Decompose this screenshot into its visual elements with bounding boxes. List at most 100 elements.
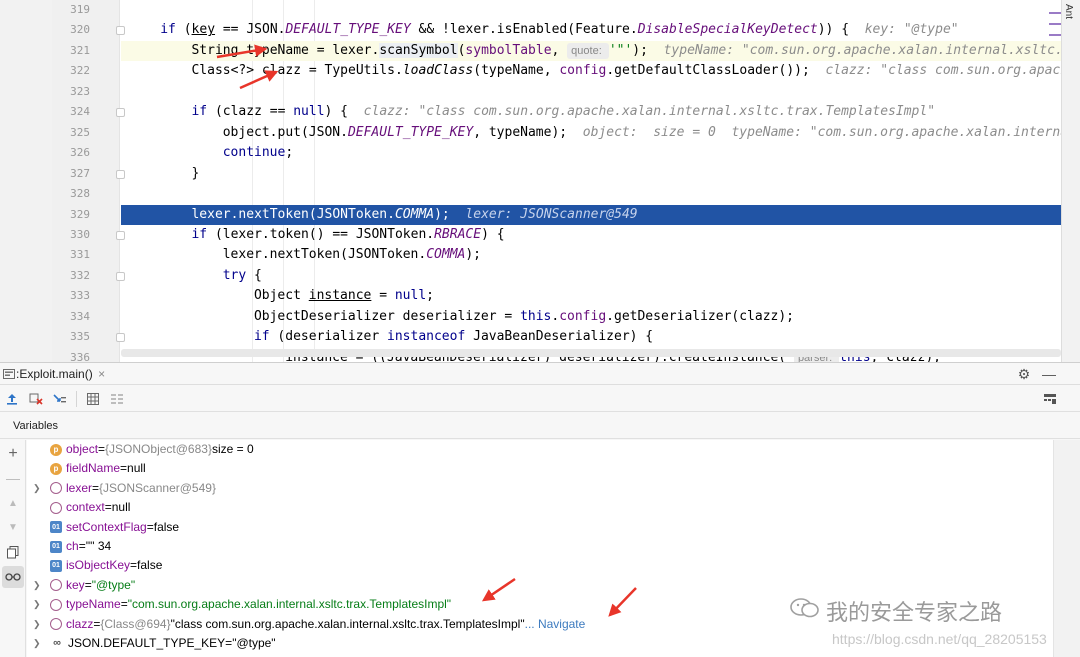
parameter-hint: quote: [567, 42, 609, 59]
line-number[interactable]: 323 [52, 85, 90, 98]
variable-name: ch [66, 538, 79, 553]
structure-icon[interactable] [1049, 12, 1061, 36]
primitive-icon: 01 [50, 560, 62, 573]
glasses-icon[interactable] [2, 566, 24, 588]
code-line[interactable] [121, 82, 1061, 102]
code-line[interactable]: } [121, 164, 1061, 184]
variable-row[interactable]: ❯ lexer = {JSONScanner@549} [27, 479, 1053, 498]
evaluate-expression-icon[interactable] [81, 387, 105, 411]
code-token: symbolTable [465, 42, 552, 58]
code-token: , [551, 42, 568, 58]
code-token: DEFAULT_TYPE_KEY [347, 124, 474, 140]
line-number[interactable]: 326 [52, 146, 90, 159]
code-line[interactable]: if (key == JSON.DEFAULT_TYPE_KEY && !lex… [121, 20, 1061, 40]
drop-frame-icon[interactable] [24, 387, 48, 411]
field-icon [50, 482, 62, 495]
move-down-icon[interactable]: ▼ [2, 516, 24, 538]
code-line[interactable]: lexer.nextToken(JSONToken.COMMA); [121, 245, 1061, 265]
editor-horizontal-scrollbar[interactable] [121, 349, 1061, 357]
line-number[interactable]: 335 [52, 330, 90, 343]
expand-arrow-icon[interactable]: ❯ [33, 634, 43, 653]
variable-string-value: "com.sun.org.apache.xalan.internal.xsltc… [127, 597, 452, 612]
code-token: )) { [817, 22, 865, 38]
remove-watch-icon[interactable]: — [2, 467, 24, 489]
expand-arrow-icon[interactable]: ❯ [33, 615, 43, 634]
variable-name: setContextFlag [66, 519, 147, 534]
line-number[interactable]: 331 [52, 248, 90, 261]
code-line[interactable] [121, 0, 1061, 20]
variable-row[interactable]: context = null [27, 498, 1053, 517]
primitive-icon: 01 [50, 540, 62, 553]
code-line[interactable]: if (lexer.token() == JSONToken.RBRACE) { [121, 225, 1061, 245]
line-number[interactable]: 336 [52, 351, 90, 362]
execution-point-line[interactable]: lexer.nextToken(JSONToken.COMMA); lexer:… [121, 204, 1061, 225]
code-area[interactable]: if (key == JSON.DEFAULT_TYPE_KEY && !lex… [121, 0, 1080, 362]
watermark-url: https://blog.csdn.net/qq_28205153 [832, 631, 1047, 647]
code-line[interactable]: if (clazz == null) { clazz: "class com.s… [121, 102, 1061, 122]
code-token: if [191, 226, 208, 242]
line-number[interactable]: 322 [52, 64, 90, 77]
step-out-icon[interactable] [0, 387, 24, 411]
variable-row[interactable]: 01 isObjectKey = false [27, 556, 1053, 575]
line-number[interactable]: 319 [52, 3, 90, 16]
code-token: null [293, 104, 325, 120]
line-number-gutter[interactable]: 319 320 321 322 323 324 325 326 327 328 329 330 331 3… [52, 0, 125, 362]
copy-icon[interactable] [2, 541, 24, 563]
line-number[interactable]: 324 [52, 105, 90, 118]
code-line[interactable]: if (deserializer instanceof JavaBeanDese… [121, 327, 1061, 347]
wechat-icon [790, 597, 820, 625]
ant-tool-tab[interactable]: Ant [1063, 4, 1074, 19]
code-token: instance [308, 288, 372, 304]
move-up-icon[interactable]: ▲ [2, 492, 24, 514]
code-line[interactable] [121, 184, 1061, 204]
variables-scrollbar[interactable] [1053, 440, 1080, 657]
line-number[interactable]: 329 [52, 208, 90, 221]
code-line[interactable]: try { [121, 266, 1061, 286]
gear-icon[interactable]: ⚙ [1015, 365, 1033, 383]
code-line[interactable]: continue; [121, 143, 1061, 163]
minimize-icon[interactable]: — [1040, 365, 1058, 383]
variable-row[interactable]: 01 setContextFlag = false [27, 518, 1053, 537]
line-number[interactable]: 332 [52, 269, 90, 282]
variable-row[interactable]: 01 ch = '"' 34 [27, 537, 1053, 556]
field-icon [50, 501, 62, 514]
close-icon[interactable]: × [93, 367, 111, 381]
step-into-icon[interactable] [48, 387, 72, 411]
code-token: String typeName = lexer. [191, 42, 380, 58]
variable-row[interactable]: p object = {JSONObject@683} size = 0 [27, 440, 1053, 459]
expand-arrow-icon[interactable]: ❯ [33, 576, 43, 595]
line-number[interactable]: 328 [52, 187, 90, 200]
code-token: DEFAULT_TYPE_KEY [285, 22, 411, 38]
code-editor[interactable]: 319 320 321 322 323 324 325 326 327 328 329 330 331 3… [0, 0, 1080, 362]
variable-name: fieldName [66, 461, 121, 476]
line-number[interactable]: 330 [52, 228, 90, 241]
code-line[interactable]: ObjectDeserializer deserializer = this.c… [121, 307, 1061, 327]
code-token: continue [222, 145, 286, 161]
code-line[interactable]: Object instance = null; [121, 286, 1061, 306]
field-icon [50, 598, 62, 611]
variable-name: context [66, 500, 105, 515]
variable-row[interactable]: ❯ key = "@type" [27, 576, 1053, 595]
line-number[interactable]: 321 [52, 44, 90, 57]
editor-left-strip [0, 0, 52, 362]
code-line[interactable]: String typeName = lexer.scanSymbol(symbo… [121, 40, 1080, 61]
navigate-link[interactable]: ... Navigate [525, 615, 586, 634]
trace-icon[interactable] [105, 387, 129, 411]
layout-icon[interactable] [1038, 387, 1062, 411]
frame-tab[interactable]: :Exploit.main() × [0, 367, 111, 381]
expand-arrow-icon[interactable]: ❯ [33, 479, 43, 498]
line-number[interactable]: 334 [52, 310, 90, 323]
add-watch-icon[interactable]: + [2, 443, 24, 465]
variable-row[interactable]: p fieldName = null [27, 459, 1053, 478]
line-number[interactable]: 320 [52, 23, 90, 36]
line-number[interactable]: 327 [52, 167, 90, 180]
code-token: lexer.nextToken(JSONToken. [222, 247, 427, 263]
line-number[interactable]: 325 [52, 126, 90, 139]
code-line[interactable]: Class<?> clazz = TypeUtils.loadClass(typ… [121, 61, 1080, 81]
code-token: ); [632, 42, 664, 58]
code-line[interactable]: object.put(JSON.DEFAULT_TYPE_KEY, typeNa… [121, 123, 1080, 143]
equals-sign: = [78, 538, 86, 553]
variable-body: 01 setContextFlag = false [50, 518, 179, 537]
expand-arrow-icon[interactable]: ❯ [33, 595, 43, 614]
line-number[interactable]: 333 [52, 289, 90, 302]
